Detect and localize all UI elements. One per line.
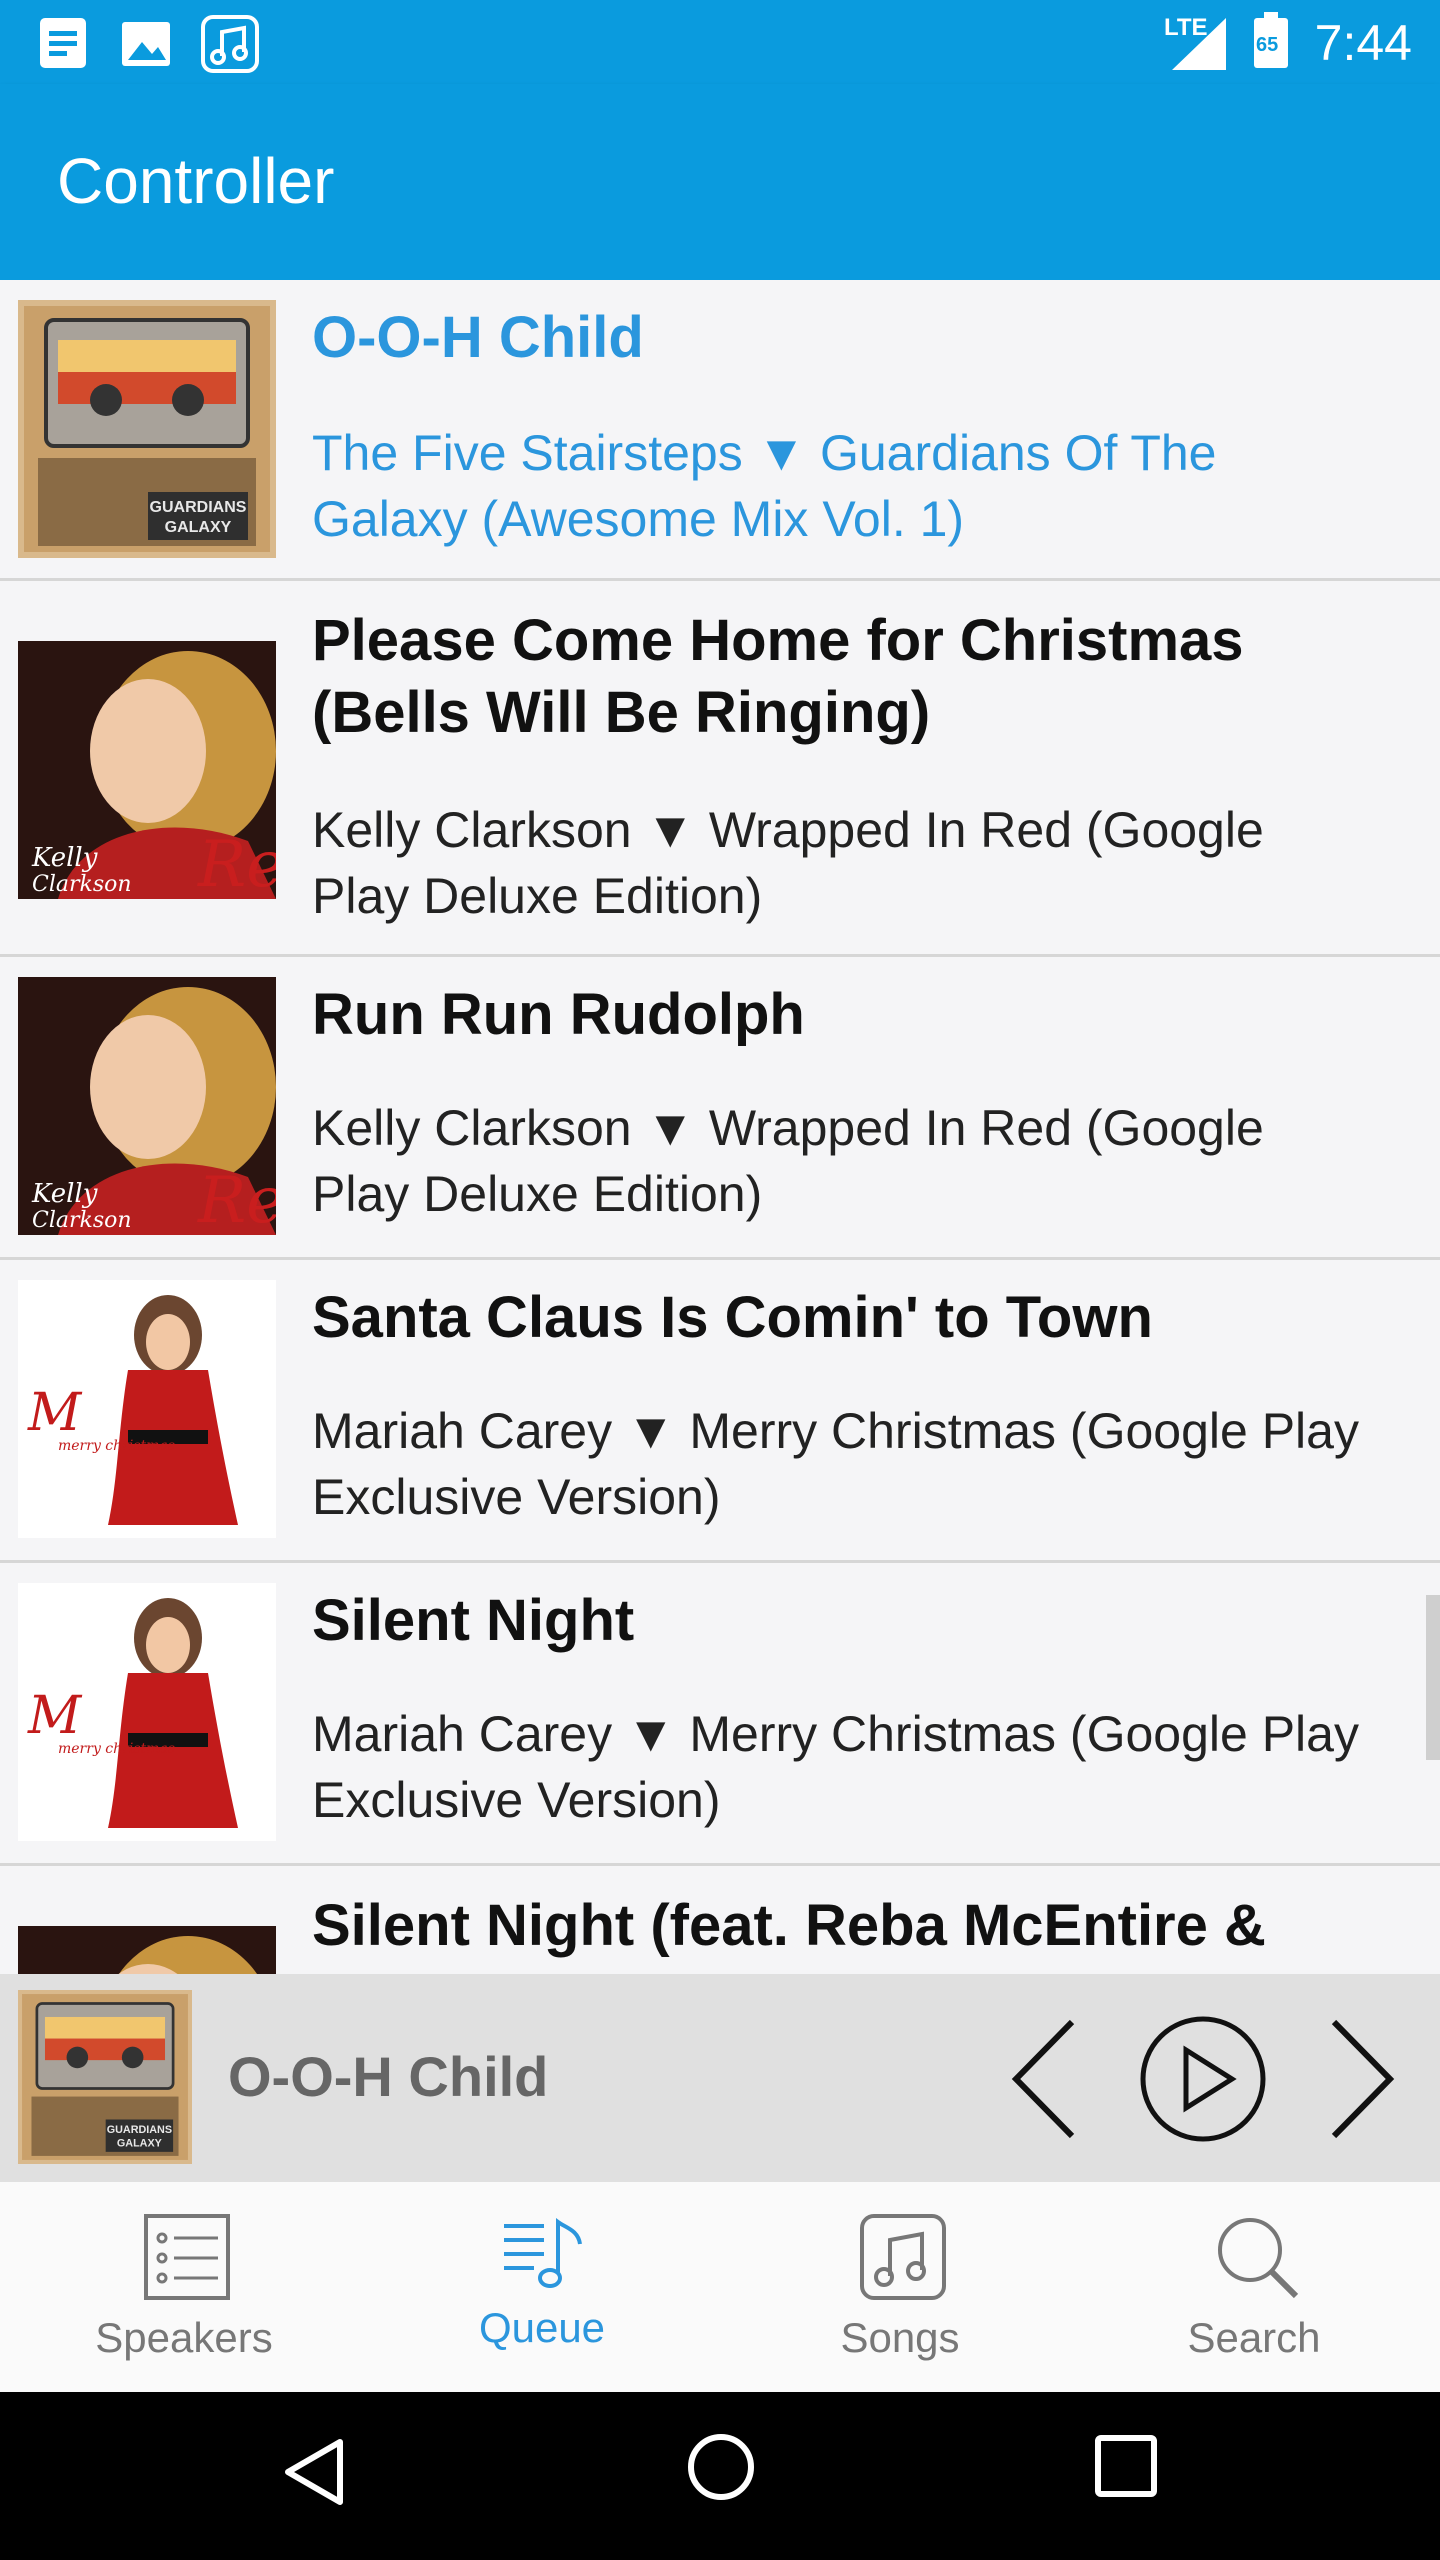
home-icon[interactable] <box>686 2432 756 2502</box>
queue-row[interactable]: Silent Night (feat. Reba McEntire & <box>0 1866 1440 1974</box>
album-art-guardians <box>18 300 276 558</box>
song-artist-album: Kelly Clarkson ▼ Wrapped In Red (Google … <box>312 1100 1264 1222</box>
status-bar: LTE 65 7:44 <box>0 0 1440 84</box>
queue-row[interactable]: Santa Claus Is Comin' to Town Mariah Car… <box>0 1260 1440 1563</box>
next-icon[interactable] <box>1322 2014 1402 2144</box>
system-nav-bar <box>0 2392 1440 2560</box>
notes-icon <box>40 18 86 68</box>
song-title: Please Come Home for Christmas (Bells Wi… <box>312 608 1244 745</box>
queue-row[interactable]: Run Run Rudolph Kelly Clarkson ▼ Wrapped… <box>0 957 1440 1260</box>
search-icon <box>1218 2218 1299 2299</box>
page-title: Controller <box>57 145 335 217</box>
now-playing-bar[interactable]: O-O-H Child <box>0 1974 1440 2182</box>
song-artist-album: Kelly Clarkson ▼ Wrapped In Red (Google … <box>312 802 1264 924</box>
tab-label: Queue <box>478 2304 606 2351</box>
tab-label: Songs <box>840 2314 960 2361</box>
bottom-nav: Speakers Queue Songs Search <box>0 2182 1440 2392</box>
image-icon <box>122 22 170 66</box>
queue-row-now-playing[interactable]: O-O-H Child The Five Stairsteps ▼ Guardi… <box>0 280 1440 581</box>
scrollbar[interactable] <box>1426 1595 1440 1760</box>
queue-list: O-O-H Child The Five Stairsteps ▼ Guardi… <box>0 280 1440 1974</box>
tab-search[interactable]: Search <box>1074 2182 1434 2392</box>
album-art-wrapped-in-red <box>18 977 276 1235</box>
music-note-icon <box>201 15 259 73</box>
tab-queue[interactable]: Queue <box>362 2182 722 2392</box>
album-art-merry-christmas <box>18 1583 276 1841</box>
song-title: O-O-H Child <box>312 305 644 370</box>
song-title: Run Run Rudolph <box>312 982 805 1047</box>
album-art-wrapped-in-red <box>18 1926 276 1974</box>
tab-label: Search <box>1187 2314 1321 2361</box>
queue-music-icon <box>504 2218 582 2288</box>
album-art-guardians <box>18 1990 192 2164</box>
queue-row[interactable]: Silent Night Mariah Carey ▼ Merry Christ… <box>0 1563 1440 1866</box>
tab-label: Speakers <box>95 2314 273 2361</box>
queue-row[interactable]: Please Come Home for Christmas (Bells Wi… <box>0 581 1440 957</box>
song-artist-album: Mariah Carey ▼ Merry Christmas (Google P… <box>312 1403 1359 1525</box>
back-icon[interactable] <box>282 2436 346 2508</box>
battery-level: 65 <box>1256 34 1279 56</box>
album-art-wrapped-in-red <box>18 641 276 899</box>
recents-icon[interactable] <box>1094 2434 1158 2498</box>
signal-icon <box>1172 18 1226 70</box>
song-title: Silent Night <box>312 1588 635 1653</box>
status-time: 7:44 <box>1314 15 1412 71</box>
song-artist-album: Mariah Carey ▼ Merry Christmas (Google P… <box>312 1706 1359 1828</box>
now-playing-title: O-O-H Child <box>228 2045 549 2108</box>
tab-speakers[interactable]: Speakers <box>4 2182 364 2392</box>
previous-icon[interactable] <box>1004 2014 1084 2144</box>
list-icon <box>144 2214 230 2300</box>
song-title: Santa Claus Is Comin' to Town <box>312 1285 1153 1350</box>
tab-songs[interactable]: Songs <box>720 2182 1080 2392</box>
app-bar: Controller <box>0 84 1440 280</box>
play-icon[interactable] <box>1136 2012 1270 2146</box>
music-note-icon <box>860 2214 946 2300</box>
album-art-merry-christmas <box>18 1280 276 1538</box>
song-title: Silent Night (feat. Reba McEntire & <box>312 1893 1266 1958</box>
song-artist-album: The Five Stairsteps ▼ Guardians Of The G… <box>312 425 1217 547</box>
